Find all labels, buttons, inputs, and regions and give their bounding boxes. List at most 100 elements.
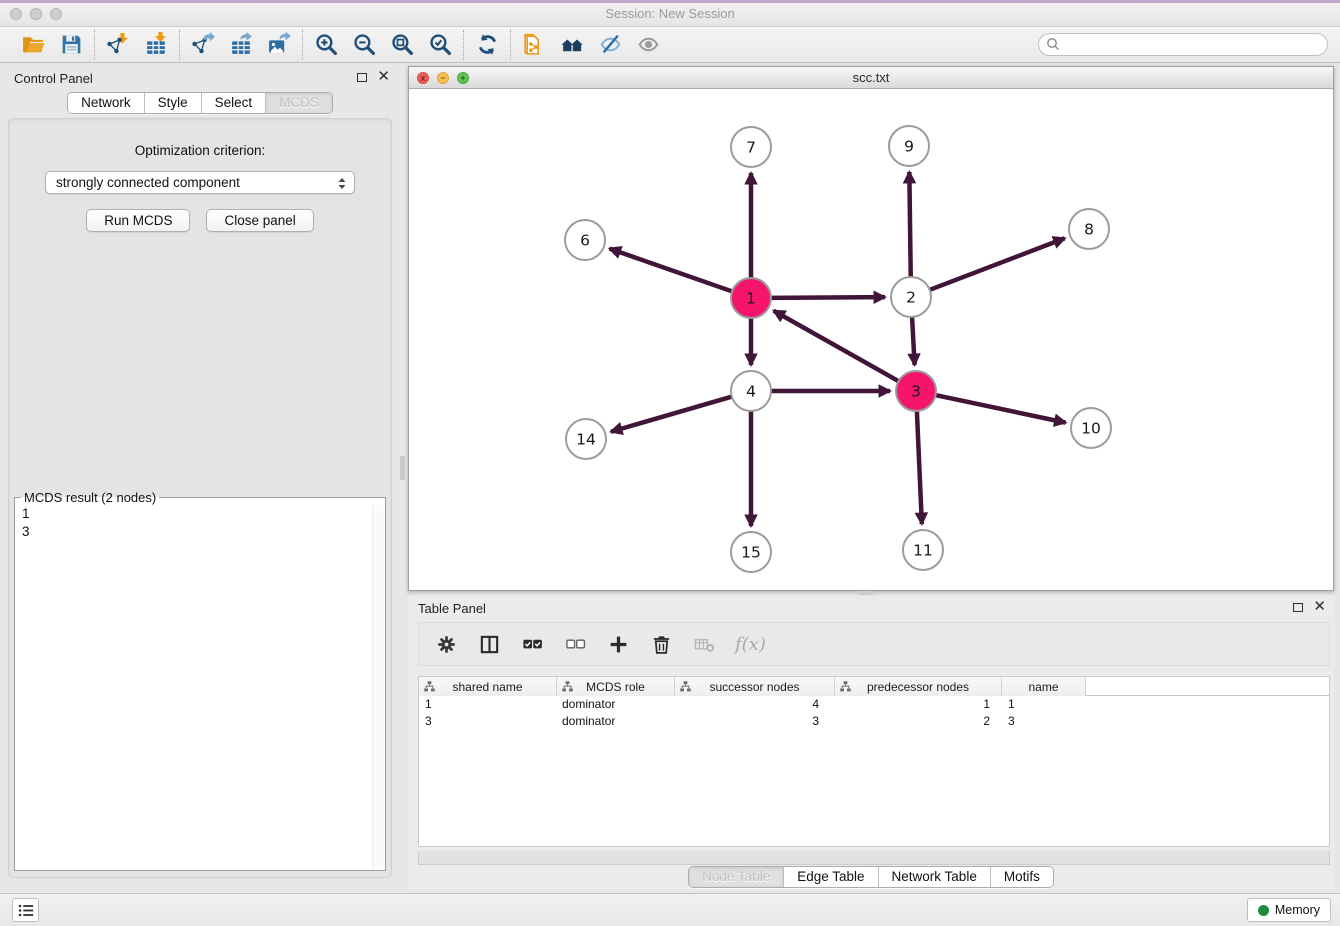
network-canvas[interactable]: 7 9 6 8 1 2 4 3 14 10 15 11 (409, 89, 1333, 590)
memory-button[interactable]: Memory (1247, 898, 1331, 922)
import-table-button[interactable] (142, 31, 170, 59)
table-cell[interactable]: 3 (1002, 713, 1086, 730)
column-header-shared-name[interactable]: shared name (419, 677, 557, 696)
table-cell[interactable]: 4 (675, 696, 835, 713)
tab-select[interactable]: Select (201, 93, 266, 113)
select-all-button[interactable] (520, 632, 544, 656)
result-scrollbar[interactable] (372, 505, 384, 869)
table-cell[interactable]: 1 (1002, 696, 1086, 713)
column-header-label: shared name (452, 680, 522, 694)
close-panel-icon[interactable]: ✕ (377, 71, 390, 83)
column-header-mcds-role[interactable]: MCDS role (557, 677, 675, 696)
vertical-splitter-handle[interactable] (400, 456, 405, 480)
table-horizontal-scrollbar[interactable] (418, 851, 1330, 865)
zoom-out-button[interactable] (350, 31, 378, 59)
network-graph[interactable]: 7 9 6 8 1 2 4 3 14 10 15 11 (409, 89, 1333, 590)
table-close-panel-icon[interactable]: ✕ (1313, 601, 1326, 613)
close-panel-button[interactable]: Close panel (206, 209, 313, 232)
edge-2-8[interactable] (928, 238, 1065, 290)
graph-node-6[interactable]: 6 (565, 220, 605, 260)
edge-1-6[interactable] (610, 249, 734, 292)
import-network-icon (106, 32, 131, 57)
export-table-button[interactable] (227, 31, 255, 59)
table-cell[interactable]: dominator (557, 696, 675, 713)
tab-motifs[interactable]: Motifs (990, 867, 1053, 887)
mcds-result-textarea[interactable]: 13 (16, 505, 384, 869)
edge-3-10[interactable] (934, 395, 1066, 423)
edge-1-2[interactable] (769, 297, 885, 298)
graph-node-7[interactable]: 7 (731, 127, 771, 167)
table-cell[interactable]: 3 (675, 713, 835, 730)
refresh-view-button[interactable] (473, 31, 501, 59)
zoom-selected-button[interactable] (426, 31, 454, 59)
horizontal-splitter-handle[interactable] (858, 591, 874, 595)
table-cell[interactable]: 1 (835, 696, 1002, 713)
task-history-button[interactable] (12, 898, 39, 922)
control-panel-title: Control Panel (14, 71, 93, 86)
edge-2-9[interactable] (909, 172, 910, 279)
node-label: 15 (741, 543, 761, 561)
table-row[interactable]: 1dominator411 (419, 696, 1329, 713)
column-view-button[interactable] (477, 632, 501, 656)
run-mcds-button[interactable]: Run MCDS (86, 209, 190, 232)
hide-selected-button[interactable] (596, 31, 624, 59)
add-row-button[interactable] (606, 632, 630, 656)
edge-3-11[interactable] (917, 409, 922, 524)
hide-panels-icon (560, 32, 585, 57)
graph-node-15[interactable]: 15 (731, 532, 771, 572)
export-image-icon (267, 32, 292, 57)
show-hidden-button[interactable] (634, 31, 662, 59)
settings-button[interactable] (434, 632, 458, 656)
hide-panels-button[interactable] (558, 31, 586, 59)
table-cell[interactable]: dominator (557, 713, 675, 730)
table-panel-title: Table Panel (418, 601, 486, 616)
graph-node-2[interactable]: 2 (891, 277, 931, 317)
table-cell[interactable]: 1 (419, 696, 557, 713)
graph-node-1[interactable]: 1 (731, 278, 771, 318)
table-cell[interactable]: 3 (419, 713, 557, 730)
column-header-successor-nodes[interactable]: successor nodes (675, 677, 835, 696)
graph-node-4[interactable]: 4 (731, 371, 771, 411)
tab-mcds[interactable]: MCDS (265, 93, 332, 113)
graph-node-14[interactable]: 14 (566, 419, 606, 459)
graph-node-9[interactable]: 9 (889, 126, 929, 166)
graph-node-8[interactable]: 8 (1069, 209, 1109, 249)
search-input[interactable] (1038, 33, 1328, 56)
column-header-name[interactable]: name (1002, 677, 1086, 696)
table-float-panel-icon[interactable] (1293, 603, 1303, 612)
edge-4-14[interactable] (611, 396, 734, 432)
new-network-clone-button[interactable] (520, 31, 548, 59)
search-box (1038, 33, 1328, 56)
zoom-fit-button[interactable] (388, 31, 416, 59)
tab-network-table[interactable]: Network Table (878, 867, 990, 887)
dropdown-stepper-icon (334, 175, 350, 195)
column-header-label: predecessor nodes (867, 680, 969, 694)
tab-node-table[interactable]: Node Table (689, 867, 783, 887)
open-session-button[interactable] (19, 31, 47, 59)
graph-node-10[interactable]: 10 (1071, 408, 1111, 448)
graph-node-11[interactable]: 11 (903, 530, 943, 570)
delete-row-button[interactable] (649, 632, 673, 656)
table-row[interactable]: 3dominator323 (419, 713, 1329, 730)
graph-node-3[interactable]: 3 (896, 371, 936, 411)
tab-edge-table[interactable]: Edge Table (783, 867, 877, 887)
export-network-button[interactable] (189, 31, 217, 59)
save-session-button[interactable] (57, 31, 85, 59)
import-table-icon (144, 32, 169, 57)
application-window: Session: New Session Control Panel ✕ Net… (0, 0, 1340, 926)
criterion-dropdown[interactable]: strongly connected component (45, 171, 355, 194)
export-network-icon (191, 32, 216, 57)
column-header-predecessor-nodes[interactable]: predecessor nodes (835, 677, 1002, 696)
export-image-button[interactable] (265, 31, 293, 59)
control-panel-tabs: NetworkStyleSelectMCDS (67, 92, 333, 114)
zoom-in-button[interactable] (312, 31, 340, 59)
tab-network[interactable]: Network (68, 93, 144, 113)
edge-3-1[interactable] (774, 311, 901, 382)
edge-2-3[interactable] (912, 315, 915, 365)
table-cell[interactable]: 2 (835, 713, 1002, 730)
node-label: 6 (580, 231, 590, 249)
float-panel-icon[interactable] (357, 73, 367, 82)
tab-style[interactable]: Style (144, 93, 201, 113)
deselect-all-button[interactable] (563, 632, 587, 656)
import-network-button[interactable] (104, 31, 132, 59)
